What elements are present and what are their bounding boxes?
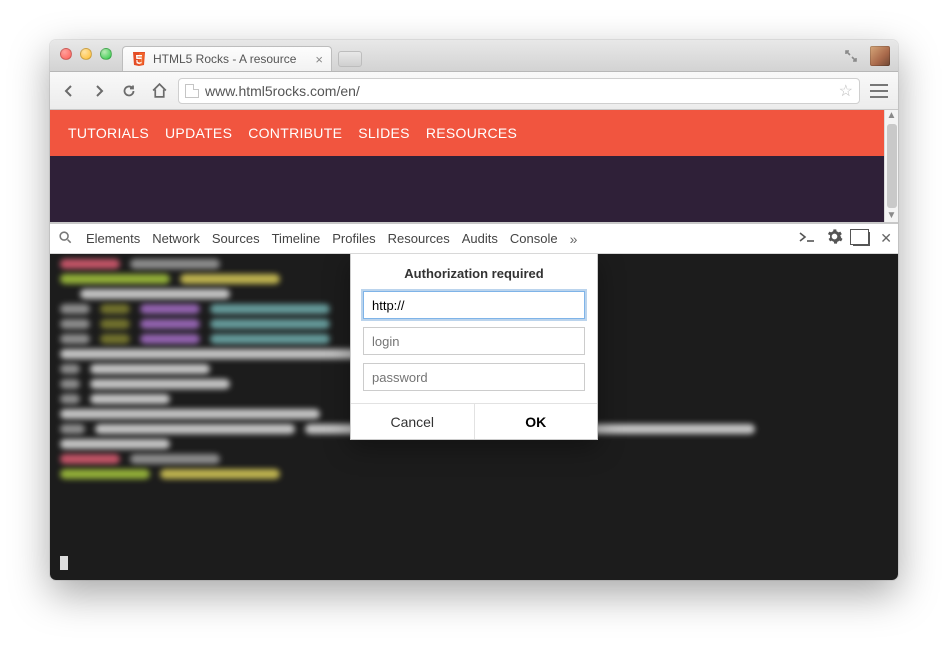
- reload-button[interactable]: [118, 80, 140, 102]
- devtools-panel: Elements Network Sources Timeline Profil…: [50, 223, 898, 580]
- minimize-window-button[interactable]: [80, 48, 92, 60]
- site-nav-link[interactable]: SLIDES: [358, 125, 410, 141]
- scroll-thumb[interactable]: [887, 124, 897, 208]
- toggle-drawer-icon[interactable]: [798, 230, 816, 248]
- dialog-title: Authorization required: [351, 254, 597, 291]
- site-nav-link[interactable]: TUTORIALS: [68, 125, 149, 141]
- titlebar: HTML5 Rocks - A resource ×: [50, 40, 898, 72]
- profile-avatar[interactable]: [870, 46, 890, 66]
- forward-button[interactable]: [88, 80, 110, 102]
- home-button[interactable]: [148, 80, 170, 102]
- devtools-body: Authorization required Cancel OK: [50, 254, 898, 580]
- zoom-window-button[interactable]: [100, 48, 112, 60]
- cancel-button[interactable]: Cancel: [351, 404, 475, 439]
- authorization-dialog: Authorization required Cancel OK: [350, 254, 598, 440]
- site-nav-link[interactable]: CONTRIBUTE: [248, 125, 342, 141]
- site-nav-link[interactable]: UPDATES: [165, 125, 232, 141]
- devtools-tab-network[interactable]: Network: [152, 231, 200, 246]
- dock-side-icon[interactable]: [853, 232, 870, 246]
- html5-favicon-icon: [131, 51, 147, 67]
- devtools-tab-sources[interactable]: Sources: [212, 231, 260, 246]
- devtools-tabbar: Elements Network Sources Timeline Profil…: [50, 224, 898, 254]
- traffic-lights: [60, 48, 112, 60]
- close-devtools-icon[interactable]: ✕: [880, 230, 892, 247]
- new-tab-button[interactable]: [338, 51, 362, 67]
- search-icon[interactable]: [56, 230, 74, 248]
- devtools-tab-console[interactable]: Console: [510, 231, 558, 246]
- bookmark-star-icon[interactable]: ☆: [839, 81, 853, 101]
- menu-button[interactable]: [868, 80, 890, 102]
- devtools-tab-resources[interactable]: Resources: [388, 231, 450, 246]
- site-nav: TUTORIALS UPDATES CONTRIBUTE SLIDES RESO…: [50, 110, 898, 156]
- scroll-up-icon[interactable]: ▲: [887, 110, 897, 122]
- auth-password-input[interactable]: [363, 363, 585, 391]
- devtools-tab-profiles[interactable]: Profiles: [332, 231, 375, 246]
- url-text: www.html5rocks.com/en/: [205, 83, 833, 99]
- browser-window: HTML5 Rocks - A resource × www.html5rock…: [50, 40, 898, 580]
- devtools-tab-timeline[interactable]: Timeline: [272, 231, 321, 246]
- ok-button[interactable]: OK: [475, 404, 598, 439]
- text-cursor: [60, 556, 68, 570]
- browser-tab[interactable]: HTML5 Rocks - A resource ×: [122, 46, 332, 71]
- page-icon: [185, 84, 199, 98]
- fullscreen-icon[interactable]: [842, 47, 860, 65]
- settings-gear-icon[interactable]: [826, 228, 843, 250]
- page-content: TUTORIALS UPDATES CONTRIBUTE SLIDES RESO…: [50, 110, 898, 223]
- scroll-down-icon[interactable]: ▼: [887, 210, 897, 222]
- address-bar[interactable]: www.html5rocks.com/en/ ☆: [178, 78, 860, 104]
- devtools-overflow-icon[interactable]: »: [570, 231, 578, 247]
- close-window-button[interactable]: [60, 48, 72, 60]
- back-button[interactable]: [58, 80, 80, 102]
- url-toolbar: www.html5rocks.com/en/ ☆: [50, 72, 898, 110]
- page-hero: [50, 156, 898, 222]
- close-tab-icon[interactable]: ×: [315, 53, 323, 66]
- site-nav-link[interactable]: RESOURCES: [426, 125, 517, 141]
- page-scrollbar[interactable]: ▲ ▼: [884, 110, 898, 222]
- tab-title: HTML5 Rocks - A resource: [153, 52, 309, 66]
- auth-url-input[interactable]: [363, 291, 585, 319]
- devtools-tab-elements[interactable]: Elements: [86, 231, 140, 246]
- auth-login-input[interactable]: [363, 327, 585, 355]
- devtools-tab-audits[interactable]: Audits: [462, 231, 498, 246]
